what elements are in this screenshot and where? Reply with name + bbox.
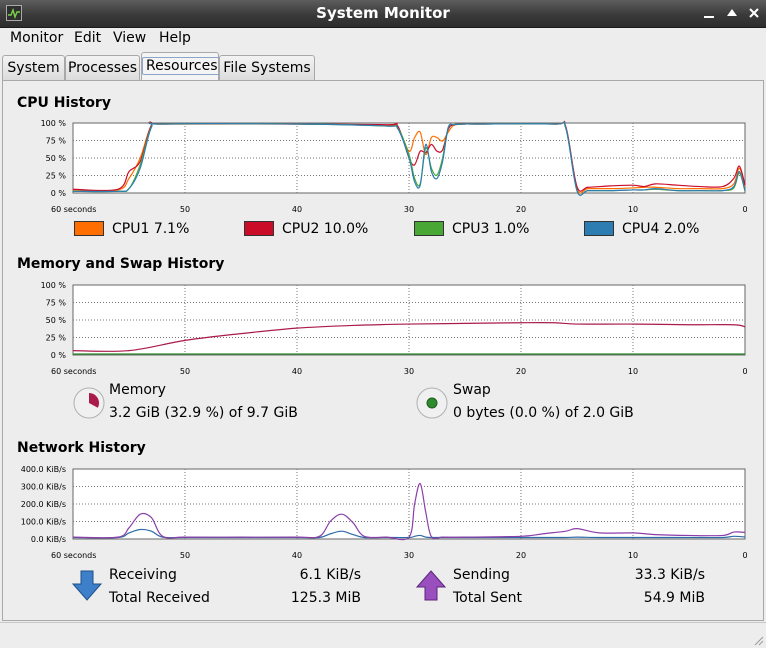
cpu-x-tick: 0	[742, 205, 747, 214]
cpu3-color-swatch[interactable]	[414, 221, 444, 236]
network-y-tick: 200.0 KiB/s	[21, 500, 66, 509]
network-y-tick: 100.0 KiB/s	[21, 518, 66, 527]
total-received-label: Total Received	[109, 590, 210, 606]
cpu4-color-swatch[interactable]	[584, 221, 614, 236]
cpu1-name: CPU1	[112, 221, 150, 237]
memory-y-tick: 25 %	[46, 334, 67, 343]
sending-arrow-icon[interactable]	[415, 570, 447, 606]
memory-y-tick: 100 %	[41, 281, 67, 290]
cpu2-name: CPU2	[282, 221, 320, 237]
sending-value: 33.3 KiB/s	[634, 567, 705, 583]
sending-label: Sending	[453, 567, 510, 583]
network-x-tick: 60 seconds	[51, 551, 96, 560]
cpu-y-tick: 100 %	[41, 119, 67, 128]
memory-x-tick: 10	[628, 367, 638, 376]
cpu2-legend: CPU2 10.0%	[282, 221, 368, 237]
network-x-tick: 10	[628, 551, 638, 560]
cpu3-legend: CPU3 1.0%	[452, 221, 529, 237]
cpu4-value: 2.0%	[663, 221, 700, 237]
memory-y-tick: 0 %	[51, 351, 67, 360]
cpu-x-tick: 40	[292, 205, 302, 214]
graphs-canvas: 100 %75 %50 %25 %0 %60 seconds 50 40 30 20 10…	[21, 119, 748, 560]
receiving-value: 6.1 KiB/s	[299, 567, 361, 583]
cpu3-value: 1.0%	[493, 221, 530, 237]
cpu-x-tick: 30	[404, 205, 414, 214]
cpu4-name: CPU4	[622, 221, 660, 237]
network-x-tick: 30	[404, 551, 414, 560]
memory-value: 3.2 GiB (32.9 %) of 9.7 GiB	[109, 405, 298, 421]
swap-pie-icon[interactable]	[415, 386, 449, 424]
cpu-x-tick: 50	[180, 205, 190, 214]
cpu-y-tick: 0 %	[51, 189, 67, 198]
status-bar	[0, 622, 766, 648]
memory-label: Memory	[109, 382, 166, 398]
cpu2-value: 10.0%	[323, 221, 369, 237]
cpu1-legend: CPU1 7.1%	[112, 221, 189, 237]
cpu1-color-swatch[interactable]	[74, 221, 104, 236]
receiving-arrow-icon[interactable]	[71, 570, 103, 606]
cpu-x-tick: 60 seconds	[51, 205, 96, 214]
memory-x-tick: 60 seconds	[51, 367, 96, 376]
cpu-y-tick: 75 %	[46, 137, 67, 146]
total-received-value: 125.3 MiB	[290, 590, 361, 606]
memory-y-tick: 50 %	[46, 316, 67, 325]
swap-label: Swap	[453, 382, 491, 398]
network-graph: 400.0 KiB/s300.0 KiB/s200.0 KiB/s100.0 K…	[21, 465, 748, 560]
memory-x-tick: 30	[404, 367, 414, 376]
network-y-tick: 300.0 KiB/s	[21, 483, 66, 492]
memory-x-tick: 50	[180, 367, 190, 376]
cpu2-color-swatch[interactable]	[244, 221, 274, 236]
cpu-y-tick: 50 %	[46, 154, 67, 163]
total-sent-value: 54.9 MiB	[643, 590, 705, 606]
swap-value: 0 bytes (0.0 %) of 2.0 GiB	[453, 405, 634, 421]
cpu-graph: 100 % 75 % 50 % 25 % 0 % 60 seconds 50 40 30 20 10…	[41, 119, 748, 214]
memory-x-tick: 40	[292, 367, 302, 376]
cpu-y-tick: 25 %	[46, 172, 67, 181]
cpu4-legend: CPU4 2.0%	[622, 221, 699, 237]
cpu-x-tick: 10	[628, 205, 638, 214]
memory-x-tick: 20	[516, 367, 526, 376]
memory-graph: 100 % 75 % 50 % 25 % 0 % 60 seconds 50 40 30 20 10…	[41, 281, 748, 376]
cpu-x-tick: 20	[516, 205, 526, 214]
network-y-tick: 400.0 KiB/s	[21, 465, 66, 474]
network-x-tick: 50	[180, 551, 190, 560]
network-y-tick: 0.0 KiB/s	[31, 535, 66, 544]
receiving-label: Receiving	[109, 567, 177, 583]
cpu3-name: CPU3	[452, 221, 490, 237]
network-x-tick: 20	[516, 551, 526, 560]
total-sent-label: Total Sent	[453, 590, 523, 606]
memory-x-tick: 0	[742, 367, 747, 376]
memory-y-tick: 75 %	[46, 299, 67, 308]
cpu1-value: 7.1%	[153, 221, 190, 237]
network-x-tick: 0	[742, 551, 747, 560]
memory-pie-icon[interactable]	[72, 386, 106, 424]
resize-grip-icon[interactable]	[752, 634, 764, 646]
network-x-tick: 40	[292, 551, 302, 560]
